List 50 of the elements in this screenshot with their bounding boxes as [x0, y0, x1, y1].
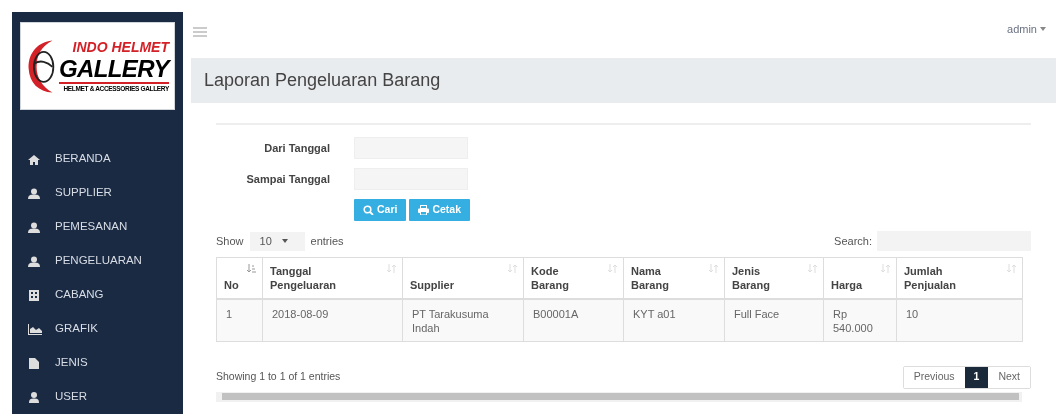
table-cell: B00001A: [523, 298, 624, 341]
user-menu[interactable]: admin: [1007, 21, 1046, 38]
horizontal-scrollbar[interactable]: [216, 391, 1022, 402]
page-title: Laporan Pengeluaran Barang: [204, 69, 441, 92]
table-info: Showing 1 to 1 of 1 entries: [216, 369, 341, 385]
sidebar-item[interactable]: PENGELUARAN: [12, 244, 183, 278]
table-cell: KYT a01: [623, 298, 725, 341]
area-chart-icon: [28, 323, 42, 335]
person-icon: [28, 391, 42, 403]
home-icon: [28, 153, 42, 165]
column-header[interactable]: Supplier: [402, 257, 524, 299]
sidebar-item[interactable]: USER: [12, 380, 183, 414]
search-label: Search:: [834, 233, 872, 249]
entries-select[interactable]: 10: [249, 231, 305, 251]
column-header[interactable]: Tanggal Pengeluaran: [262, 257, 403, 299]
field-label: Dari Tanggal: [263, 140, 330, 156]
field-label: Sampai Tanggal: [245, 171, 330, 187]
table-cell: Full Face: [724, 298, 824, 341]
search-icon: [363, 205, 374, 215]
building-icon: [28, 289, 42, 301]
sidebar-item[interactable]: GRAFIK: [12, 312, 183, 346]
menu-icon[interactable]: [193, 27, 207, 37]
table-cell: Rp 540.000: [823, 298, 897, 341]
column-header[interactable]: Jenis Barang: [724, 257, 824, 299]
sidebar-item[interactable]: BERANDA: [12, 142, 183, 176]
column-header[interactable]: Jumlah Penjualan: [896, 257, 1023, 299]
column-header[interactable]: Nama Barang: [623, 257, 725, 299]
page-button[interactable]: 1: [964, 366, 989, 388]
table-cell: 1: [216, 298, 263, 341]
caret-icon: [281, 239, 288, 243]
sidebar-item[interactable]: PEMESANAN: [12, 210, 183, 244]
caret-icon: [1040, 27, 1046, 32]
user-icon: [28, 255, 42, 267]
user-icon: [28, 221, 42, 233]
logo-text: GALLERY: [58, 54, 169, 84]
column-header[interactable]: No: [216, 257, 263, 299]
column-header[interactable]: Kode Barang: [523, 257, 624, 299]
sidebar-item[interactable]: CABANG: [12, 278, 183, 312]
logo-text: INDO HELMET: [72, 39, 169, 55]
sidebar-item[interactable]: JENIS: [12, 346, 183, 380]
user-icon: [28, 187, 42, 199]
table-cell: PT Tarakusuma Indah: [402, 298, 524, 341]
file-icon: [28, 357, 42, 369]
printer-icon: [418, 205, 430, 215]
column-header[interactable]: Harga: [823, 257, 897, 299]
table-cell: 10: [896, 298, 1023, 341]
sidebar-item[interactable]: SUPPLIER: [12, 176, 183, 210]
table-cell: 2018-08-09: [262, 298, 403, 341]
entries-label: entries: [310, 233, 344, 249]
show-label: Show: [216, 233, 244, 249]
